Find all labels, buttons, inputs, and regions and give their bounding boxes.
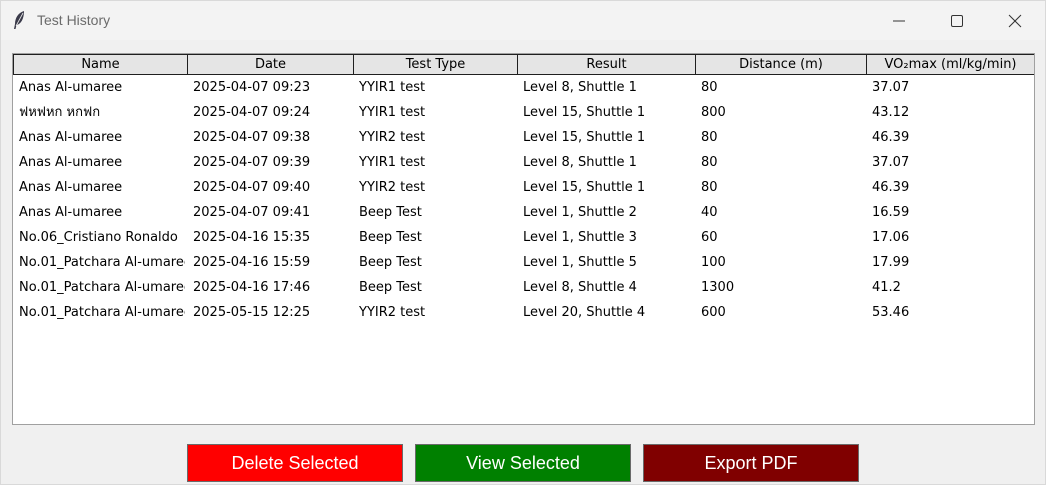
column-header-test-type[interactable]: Test Type: [354, 54, 518, 75]
table-row[interactable]: No.06_Cristiano Ronaldo 2025-04-16 15:35 B…: [13, 225, 1034, 250]
cell-date: 2025-04-07 09:24: [193, 105, 311, 120]
table-row[interactable]: Anas Al-umaree 2025-04-07 09:39 YYIR1 test…: [13, 150, 1034, 175]
cell-distance: 80: [701, 130, 718, 145]
cell-name: Anas Al-umaree: [19, 205, 123, 220]
maximize-icon: [951, 15, 963, 27]
cell-date: 2025-04-07 09:39: [193, 155, 311, 170]
cell-date: 2025-04-16 15:35: [193, 230, 311, 245]
cell-date: 2025-04-07 09:23: [193, 80, 311, 95]
cell-test-type: YYIR2 test: [359, 130, 426, 145]
cell-result: Level 8, Shuttle 1: [523, 155, 637, 170]
delete-selected-button[interactable]: Delete Selected: [187, 444, 403, 482]
table-row[interactable]: Anas Al-umaree 2025-04-07 09:38 YYIR2 test…: [13, 125, 1034, 150]
table-row[interactable]: No.01_Patchara Al-umaree 2025-04-16 15:59…: [13, 250, 1034, 275]
history-table[interactable]: Name Date Test Type Result Distance (m) …: [12, 53, 1035, 425]
cell-test-type: YYIR1 test: [359, 105, 426, 120]
cell-vo2max: 17.99: [872, 255, 910, 270]
minimize-icon: [893, 20, 905, 22]
cell-name: No.06_Cristiano Ronaldo: [19, 230, 178, 245]
cell-vo2max: 41.2: [872, 280, 901, 295]
column-header-date[interactable]: Date: [188, 54, 354, 75]
cell-distance: 600: [701, 305, 726, 320]
window-title: Test History: [37, 12, 111, 28]
table-row[interactable]: ฟหฟหก หกฟก 2025-04-07 09:24 YYIR1 test Leve…: [13, 100, 1034, 125]
feather-icon: [14, 11, 24, 29]
column-header-name[interactable]: Name: [13, 54, 188, 75]
cell-name: Anas Al-umaree: [19, 155, 123, 170]
table-header: Name Date Test Type Result Distance (m) …: [13, 54, 1034, 75]
cell-date: 2025-05-15 12:25: [193, 305, 311, 320]
cell-test-type: Beep Test: [359, 280, 422, 295]
maximize-button[interactable]: [928, 1, 986, 40]
table-body: Anas Al-umaree 2025-04-07 09:23 YYIR1 test…: [13, 75, 1034, 325]
table-row[interactable]: Anas Al-umaree 2025-04-07 09:41 Beep Test L…: [13, 200, 1034, 225]
column-header-vo2max[interactable]: VO₂max (ml/kg/min): [867, 54, 1034, 75]
cell-vo2max: 46.39: [872, 180, 910, 195]
cell-date: 2025-04-07 09:41: [193, 205, 311, 220]
cell-distance: 1300: [701, 280, 735, 295]
cell-vo2max: 17.06: [872, 230, 910, 245]
cell-distance: 60: [701, 230, 718, 245]
cell-result: Level 1, Shuttle 5: [523, 255, 637, 270]
cell-vo2max: 53.46: [872, 305, 910, 320]
cell-distance: 80: [701, 180, 718, 195]
cell-name: No.01_Patchara Al-umaree: [19, 255, 185, 270]
cell-test-type: YYIR2 test: [359, 180, 426, 195]
cell-result: Level 20, Shuttle 4: [523, 305, 646, 320]
close-button[interactable]: [986, 1, 1044, 40]
cell-result: Level 8, Shuttle 4: [523, 280, 637, 295]
cell-test-type: YYIR1 test: [359, 155, 426, 170]
export-pdf-button[interactable]: Export PDF: [643, 444, 859, 482]
table-row[interactable]: No.01_Patchara Al-umaree 2025-05-15 12:25…: [13, 300, 1034, 325]
cell-result: Level 1, Shuttle 2: [523, 205, 637, 220]
cell-result: Level 1, Shuttle 3: [523, 230, 637, 245]
cell-result: Level 15, Shuttle 1: [523, 180, 646, 195]
cell-distance: 100: [701, 255, 726, 270]
minimize-button[interactable]: [870, 1, 928, 40]
cell-distance: 40: [701, 205, 718, 220]
cell-test-type: YYIR1 test: [359, 80, 426, 95]
cell-name: Anas Al-umaree: [19, 180, 123, 195]
cell-vo2max: 37.07: [872, 155, 910, 170]
close-icon: [1008, 14, 1022, 28]
cell-vo2max: 16.59: [872, 205, 910, 220]
cell-name: Anas Al-umaree: [19, 130, 123, 145]
cell-date: 2025-04-07 09:38: [193, 130, 311, 145]
column-header-result[interactable]: Result: [518, 54, 696, 75]
cell-test-type: Beep Test: [359, 205, 422, 220]
cell-date: 2025-04-16 17:46: [193, 280, 311, 295]
cell-distance: 80: [701, 155, 718, 170]
table-row[interactable]: No.01_Patchara Al-umaree 2025-04-16 17:46…: [13, 275, 1034, 300]
test-history-window: Test History Name Date Test Type Result …: [0, 0, 1046, 485]
cell-distance: 800: [701, 105, 726, 120]
cell-result: Level 15, Shuttle 1: [523, 105, 646, 120]
column-header-distance[interactable]: Distance (m): [696, 54, 867, 75]
cell-name: ฟหฟหก หกฟก: [19, 105, 101, 120]
cell-name: Anas Al-umaree: [19, 80, 123, 95]
cell-result: Level 8, Shuttle 1: [523, 80, 637, 95]
cell-date: 2025-04-16 15:59: [193, 255, 311, 270]
cell-date: 2025-04-07 09:40: [193, 180, 311, 195]
cell-name: No.01_Patchara Al-umaree: [19, 280, 185, 295]
cell-result: Level 15, Shuttle 1: [523, 130, 646, 145]
cell-test-type: Beep Test: [359, 230, 422, 245]
table-row[interactable]: Anas Al-umaree 2025-04-07 09:23 YYIR1 test…: [13, 75, 1034, 100]
cell-vo2max: 37.07: [872, 80, 910, 95]
table-row[interactable]: Anas Al-umaree 2025-04-07 09:40 YYIR2 test…: [13, 175, 1034, 200]
view-selected-button[interactable]: View Selected: [415, 444, 631, 482]
cell-vo2max: 43.12: [872, 105, 910, 120]
title-bar[interactable]: Test History: [1, 1, 1045, 40]
cell-test-type: Beep Test: [359, 255, 422, 270]
cell-name: No.01_Patchara Al-umaree: [19, 305, 185, 320]
cell-vo2max: 46.39: [872, 130, 910, 145]
cell-distance: 80: [701, 80, 718, 95]
cell-test-type: YYIR2 test: [359, 305, 426, 320]
